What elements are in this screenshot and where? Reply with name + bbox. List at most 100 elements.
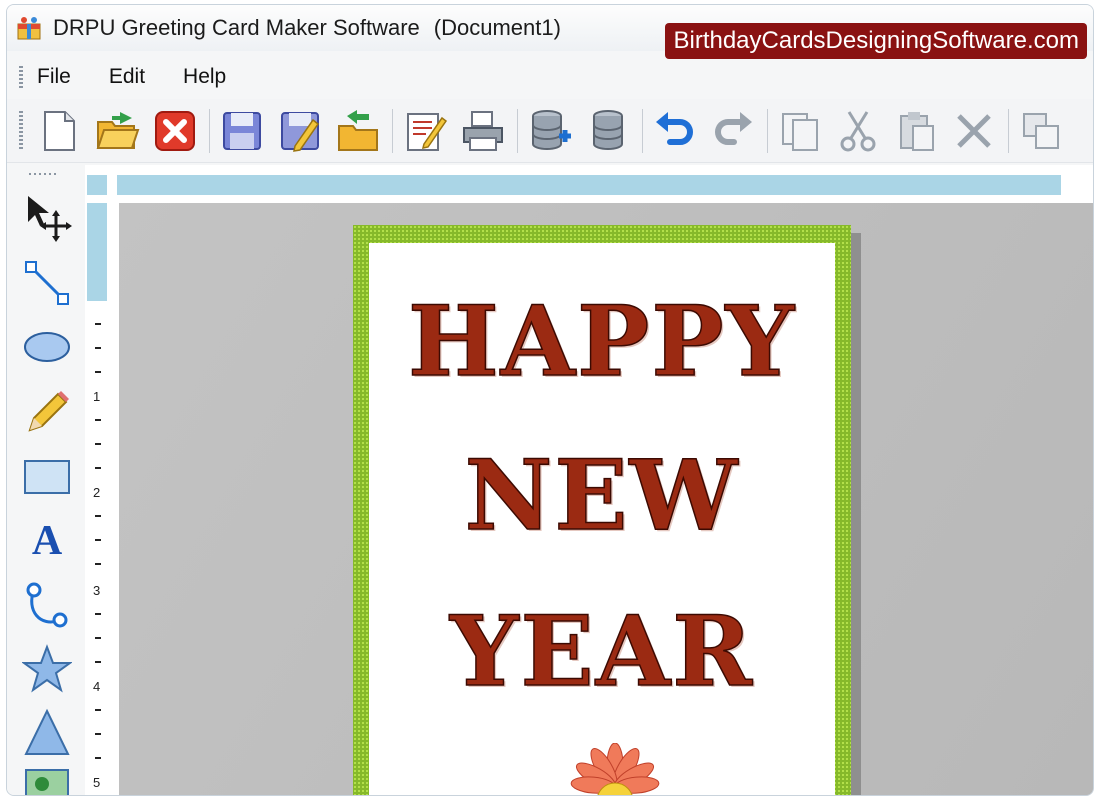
ruler-tick <box>95 443 101 445</box>
star-icon <box>22 644 72 693</box>
menu-grip <box>19 66 23 88</box>
ruler-number: 3 <box>93 583 101 598</box>
cut-icon <box>840 110 876 151</box>
edit-document-button[interactable] <box>399 105 451 157</box>
card-inner-panel: HAPPY NEW YEAR <box>369 243 835 796</box>
ruler-tick <box>95 733 101 735</box>
rectangle-tool[interactable] <box>21 451 73 503</box>
line-tool[interactable] <box>21 257 73 309</box>
select-tool[interactable] <box>21 191 73 243</box>
ellipse-tool[interactable] <box>21 321 73 373</box>
toolbar-separator <box>392 108 393 153</box>
menu-edit[interactable]: Edit <box>109 65 145 89</box>
ruler-number: 4 <box>93 679 101 694</box>
star-tool[interactable] <box>21 643 73 695</box>
app-window: DRPU Greeting Card Maker Software (Docum… <box>6 4 1094 796</box>
ruler-tick <box>95 539 101 541</box>
toolbar-grip <box>19 110 23 151</box>
open-button[interactable] <box>91 105 143 157</box>
image-icon <box>25 769 69 795</box>
flower-icon[interactable] <box>555 743 675 796</box>
ruler-tick <box>95 661 101 663</box>
database-button[interactable] <box>582 105 634 157</box>
document-name: (Document1) <box>433 15 561 40</box>
paste-button[interactable] <box>890 105 942 157</box>
edit-document-icon <box>407 112 448 151</box>
ruler-number: 1 <box>93 389 101 404</box>
close-button[interactable] <box>149 105 201 157</box>
delete-button[interactable] <box>948 105 1000 157</box>
export-button[interactable] <box>332 105 384 157</box>
undo-button[interactable] <box>649 105 701 157</box>
vertical-ruler-highlight <box>87 203 107 301</box>
horizontal-ruler-bar <box>117 175 1061 195</box>
text-icon: A <box>31 518 63 564</box>
ruler-tick <box>95 371 101 373</box>
copy-button[interactable] <box>774 105 826 157</box>
ruler-tick <box>95 323 101 325</box>
greeting-card[interactable]: HAPPY NEW YEAR <box>353 225 851 796</box>
select-move-icon <box>28 196 72 242</box>
triangle-tool[interactable] <box>21 707 73 759</box>
print-icon <box>463 110 503 151</box>
database-add-button[interactable] <box>524 105 576 157</box>
new-icon <box>44 110 75 151</box>
text-tool[interactable]: A <box>21 515 73 567</box>
ruler-number: 5 <box>93 775 101 790</box>
new-button[interactable] <box>33 105 85 157</box>
toolbar-separator <box>209 108 210 153</box>
horizontal-ruler <box>85 165 1093 203</box>
window-title: DRPU Greeting Card Maker Software <box>53 15 420 40</box>
drawing-tools-panel: A <box>7 165 85 795</box>
ruler-tick <box>95 709 101 711</box>
duplicate-button[interactable] <box>1015 105 1067 157</box>
triangle-icon <box>24 708 70 755</box>
watermark-banner: BirthdayCardsDesigningSoftware.com <box>665 23 1087 59</box>
paste-icon <box>900 111 934 151</box>
open-icon <box>96 111 140 149</box>
ruler-tick <box>95 563 101 565</box>
app-logo-icon <box>17 17 41 40</box>
design-canvas[interactable]: HAPPY NEW YEAR <box>119 203 1093 796</box>
database-add-icon <box>532 109 571 150</box>
toolbar-separator <box>642 108 643 153</box>
save-button[interactable] <box>216 105 268 157</box>
menu-help[interactable]: Help <box>183 65 226 89</box>
pencil-tool[interactable] <box>21 385 73 437</box>
arc-icon <box>26 582 68 628</box>
ruler-tick <box>95 515 101 517</box>
ruler-tick <box>95 637 101 639</box>
ruler-tick <box>95 467 101 469</box>
delete-icon <box>957 113 991 148</box>
vertical-ruler: 1 2 3 4 5 <box>85 203 119 795</box>
save-as-icon <box>281 111 320 152</box>
menu-file[interactable]: File <box>37 65 71 89</box>
image-tool[interactable] <box>21 763 73 795</box>
ruler-tick <box>95 757 101 759</box>
redo-icon <box>715 111 752 145</box>
arc-tool[interactable] <box>21 579 73 631</box>
save-as-button[interactable] <box>274 105 326 157</box>
redo-button[interactable] <box>707 105 759 157</box>
ruler-tick <box>95 419 101 421</box>
cut-button[interactable] <box>832 105 884 157</box>
ellipse-icon <box>24 332 70 362</box>
print-button[interactable] <box>457 105 509 157</box>
toolbar-separator <box>1008 108 1009 153</box>
tools-grip <box>29 173 59 175</box>
ruler-corner <box>87 175 107 195</box>
line-icon <box>25 261 69 305</box>
card-text-line1[interactable]: HAPPY <box>369 284 835 399</box>
undo-icon <box>656 111 693 145</box>
card-text-line2[interactable]: NEW <box>369 438 835 553</box>
main-toolbar <box>7 99 1093 163</box>
card-text-line3[interactable]: YEAR <box>369 594 835 709</box>
ruler-tick <box>95 613 101 615</box>
ruler-tick <box>95 347 101 349</box>
rectangle-icon <box>24 460 70 494</box>
toolbar-separator <box>767 108 768 153</box>
menu-bar: File Edit Help <box>7 59 1093 95</box>
design-workarea: 1 2 3 4 5 HAPPY NEW YEAR <box>85 165 1093 796</box>
ruler-number: 2 <box>93 485 101 500</box>
save-icon <box>223 111 261 150</box>
